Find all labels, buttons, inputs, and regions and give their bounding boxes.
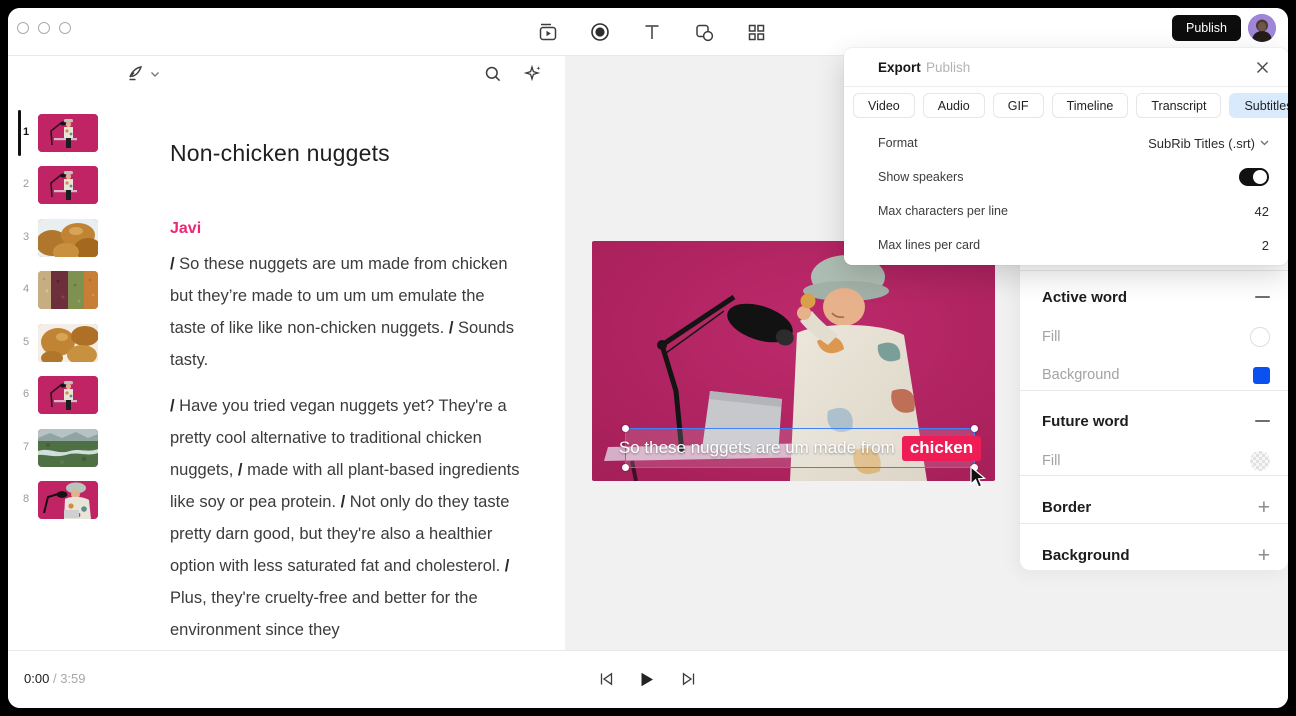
play-icon[interactable] — [633, 665, 661, 693]
clip-row-5[interactable]: 5 — [8, 324, 108, 362]
resize-handle[interactable] — [971, 425, 978, 432]
record-icon[interactable] — [588, 20, 612, 44]
tab-export[interactable]: Export — [878, 60, 921, 75]
fill-swatch-transparent[interactable] — [1250, 451, 1270, 471]
window-zoom-button[interactable] — [59, 22, 71, 34]
collapse-minus-icon[interactable] — [1255, 420, 1270, 422]
timecode: 0:00 / 3:59 — [24, 671, 86, 686]
tab-audio[interactable]: Audio — [923, 93, 985, 118]
add-plus-icon[interactable]: + — [1258, 548, 1270, 563]
clip-number: 5 — [16, 336, 36, 348]
avatar[interactable] — [1248, 14, 1276, 42]
clip-thumbnail-host-pink[interactable] — [38, 166, 98, 204]
clip-number: 4 — [16, 283, 36, 295]
clip-row-7[interactable]: 7 — [8, 429, 108, 467]
clip-number: 6 — [16, 388, 36, 400]
resize-handle[interactable] — [622, 464, 629, 471]
show-speakers-toggle[interactable] — [1239, 168, 1269, 186]
format-select[interactable]: SubRib Titles (.srt) — [1148, 136, 1269, 151]
export-popup-header: Export Publish — [844, 48, 1288, 87]
clip-thumbnail-host-pink[interactable] — [38, 114, 98, 152]
export-format-tabs: Video Audio GIF Timeline Transcript Subt… — [853, 93, 1288, 118]
chevron-down-icon[interactable] — [150, 71, 160, 78]
compose-quill-icon[interactable] — [126, 64, 146, 84]
transcript-paragraph[interactable]: / Have you tried vegan nuggets yet? They… — [170, 390, 522, 646]
shapes-icon[interactable] — [692, 20, 716, 44]
window-minimize-button[interactable] — [38, 22, 50, 34]
clip-thumbnail-landscape[interactable] — [38, 429, 98, 467]
chevron-down-icon — [1260, 140, 1269, 146]
clip-rail: 1 2 3 4 5 — [8, 56, 108, 650]
clip-row-2[interactable]: 2 — [8, 166, 108, 204]
clip-row-4[interactable]: 4 — [8, 271, 108, 309]
option-max-lines: Max lines per card 2 — [844, 228, 1288, 262]
section-background[interactable]: Background + — [1020, 536, 1288, 574]
ai-sparkle-icon[interactable] — [524, 64, 543, 83]
clip-number: 1 — [16, 126, 36, 138]
clip-thumbnail-host-closeup[interactable] — [38, 481, 98, 519]
section-active-word[interactable]: Active word — [1020, 278, 1288, 316]
subtitle-text[interactable]: So these nuggets are um made fromchicken — [619, 436, 981, 461]
skip-to-start-icon[interactable] — [592, 665, 620, 693]
clip-number: 3 — [16, 231, 36, 243]
row-active-word-fill[interactable]: Fill — [1020, 318, 1288, 356]
max-lines-value[interactable]: 2 — [1262, 238, 1269, 253]
fill-swatch-empty[interactable] — [1250, 327, 1270, 347]
transport-bar: 0:00 / 3:59 — [8, 650, 1288, 708]
section-border[interactable]: Border + — [1020, 488, 1288, 526]
mouse-cursor — [970, 466, 988, 490]
resize-handle[interactable] — [622, 425, 629, 432]
tab-transcript[interactable]: Transcript — [1136, 93, 1221, 118]
export-popup: Export Publish Video Audio GIF Timeline … — [844, 48, 1288, 265]
clip-row-3[interactable]: 3 — [8, 219, 108, 257]
clip-row-1[interactable]: 1 — [8, 114, 108, 152]
page-title: Non-chicken nuggets — [170, 140, 390, 167]
row-active-word-background[interactable]: Background — [1020, 356, 1288, 394]
tab-publish[interactable]: Publish — [926, 60, 970, 75]
clip-row-8[interactable]: 8 — [8, 481, 108, 519]
background-color-swatch[interactable] — [1253, 367, 1270, 384]
clip-number: 2 — [16, 178, 36, 190]
window-close-button[interactable] — [17, 22, 29, 34]
option-format: Format SubRib Titles (.srt) — [844, 126, 1288, 160]
speaker-label[interactable]: Javi — [170, 220, 201, 238]
option-show-speakers: Show speakers — [844, 160, 1288, 194]
tab-video[interactable]: Video — [853, 93, 915, 118]
current-time: 0:00 — [24, 671, 49, 686]
tab-timeline[interactable]: Timeline — [1052, 93, 1129, 118]
clip-thumbnail-nuggets[interactable] — [38, 324, 98, 362]
transcript-document: Non-chicken nuggets Javi / So these nugg… — [108, 56, 565, 650]
option-max-chars: Max characters per line 42 — [844, 194, 1288, 228]
layout-grid-icon[interactable] — [744, 20, 768, 44]
clip-number: 7 — [16, 441, 36, 453]
max-chars-value[interactable]: 42 — [1255, 204, 1269, 219]
search-icon[interactable] — [484, 65, 502, 83]
duration: 3:59 — [60, 671, 85, 686]
subtitle-selection-box[interactable]: So these nuggets are um made fromchicken — [625, 428, 975, 468]
tab-subtitles[interactable]: Subtitles — [1229, 93, 1288, 118]
close-icon[interactable] — [1256, 61, 1269, 74]
clip-number: 8 — [16, 493, 36, 505]
collapse-minus-icon[interactable] — [1255, 296, 1270, 298]
clip-row-6[interactable]: 6 — [8, 376, 108, 414]
publish-button[interactable]: Publish — [1172, 15, 1241, 41]
active-word-highlight: chicken — [902, 436, 981, 461]
clip-thumbnail-nuggets[interactable] — [38, 219, 98, 257]
text-tool-icon[interactable] — [640, 20, 664, 44]
app-window: Publish 1 2 3 — [8, 8, 1288, 708]
skip-to-end-icon[interactable] — [674, 665, 702, 693]
media-library-icon[interactable] — [536, 20, 560, 44]
clip-thumbnail-host-pink[interactable] — [38, 376, 98, 414]
tab-gif[interactable]: GIF — [993, 93, 1044, 118]
transcript-paragraph[interactable]: / So these nuggets are um made from chic… — [170, 248, 522, 376]
clip-thumbnail-beans[interactable] — [38, 271, 98, 309]
section-future-word[interactable]: Future word — [1020, 402, 1288, 440]
add-plus-icon[interactable]: + — [1258, 500, 1270, 515]
